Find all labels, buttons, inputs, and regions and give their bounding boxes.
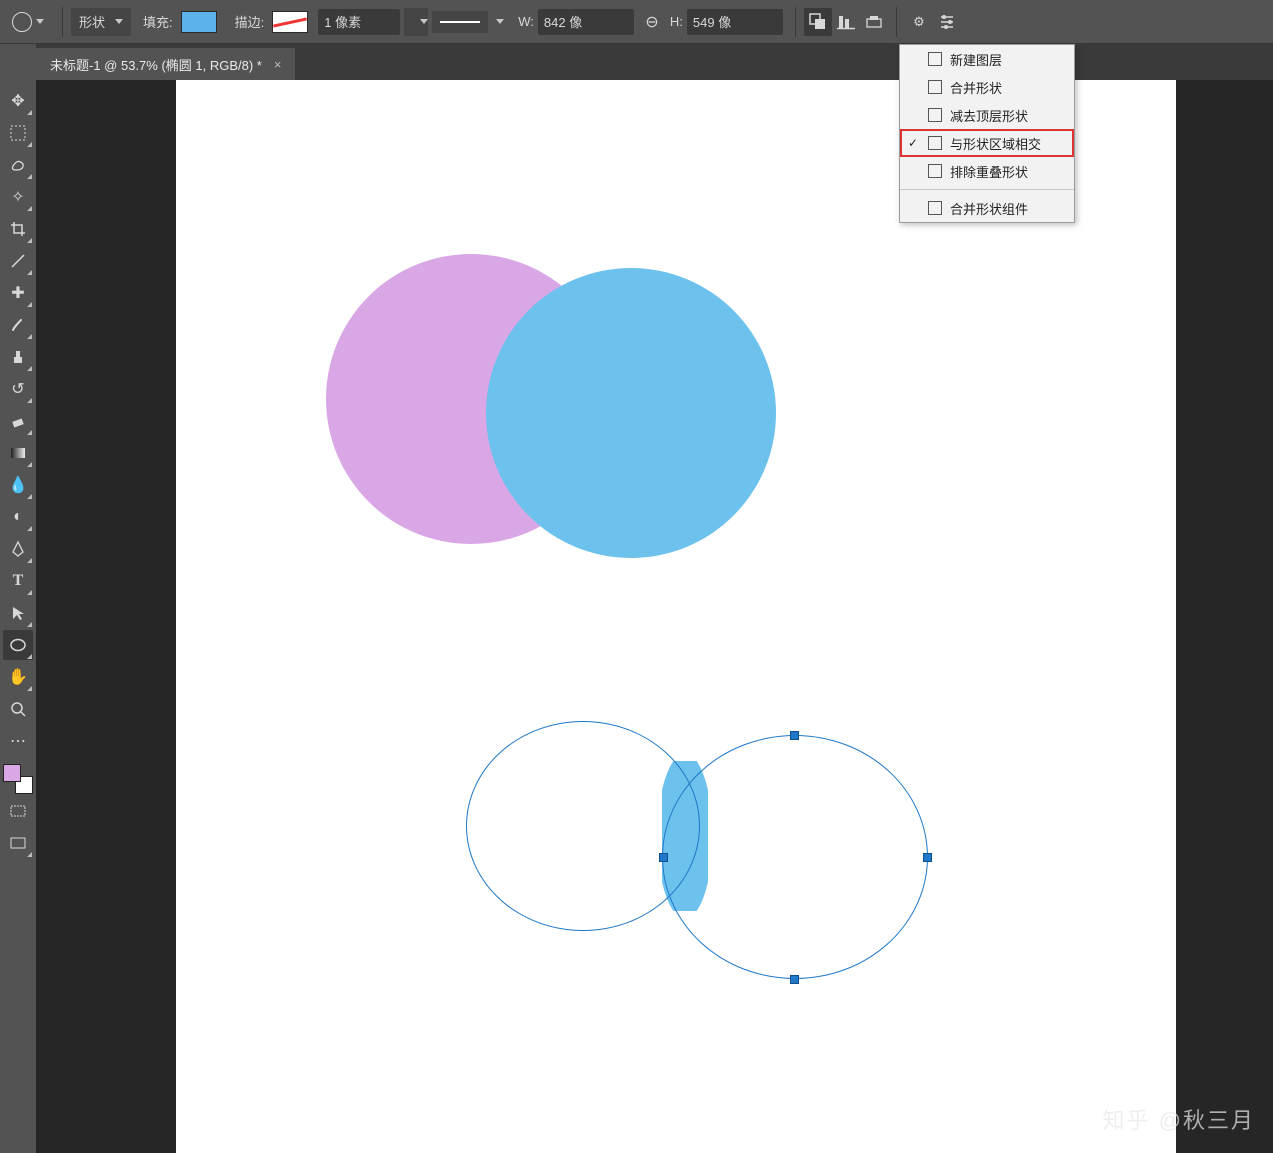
stroke-width-input[interactable]: 1 像素: [318, 9, 400, 35]
arrange-icon: [865, 13, 883, 31]
stroke-width-stepper[interactable]: [404, 8, 428, 36]
exclude-icon: [928, 164, 942, 178]
solid-line-icon: [440, 21, 480, 23]
tool-more[interactable]: ⋯: [3, 726, 33, 756]
path-ops-icon: [809, 13, 827, 31]
tool-gradient[interactable]: [3, 438, 33, 468]
separator: [62, 7, 63, 37]
chevron-down-icon: [420, 19, 428, 24]
tool-history-brush[interactable]: ↺: [3, 374, 33, 404]
width-input[interactable]: 842 像: [538, 9, 634, 35]
document-tab[interactable]: 未标题-1 @ 53.7% (椭圆 1, RGB/8) * ×: [36, 48, 295, 80]
tool-eyedropper[interactable]: [3, 246, 33, 276]
stroke-label: 描边:: [235, 12, 265, 31]
tool-move[interactable]: ✥: [3, 86, 33, 116]
tool-hand[interactable]: ✋: [3, 662, 33, 692]
path-outline-left[interactable]: [466, 721, 700, 931]
fg-bg-swatches[interactable]: [3, 764, 33, 794]
menu-item-combine[interactable]: 合并形状: [900, 73, 1074, 101]
intersect-icon: [928, 136, 942, 150]
screen-mode-toggle[interactable]: [3, 828, 33, 858]
height-value: 549 像: [693, 12, 731, 31]
fill-label: 填充:: [143, 12, 173, 31]
tool-type[interactable]: T: [3, 566, 33, 596]
chevron-down-icon: [115, 19, 123, 24]
close-tab-button[interactable]: ×: [274, 57, 282, 72]
settings-button[interactable]: ⚙: [905, 8, 933, 36]
tool-mode-select[interactable]: 形状: [71, 8, 131, 36]
separator: [795, 7, 796, 37]
selection-handle[interactable]: [923, 853, 932, 862]
options-bar: 形状 填充: 描边: 1 像素 W: 842 像 ⊖ H: 549 像 ⚙: [0, 0, 1273, 44]
new-layer-icon: [928, 52, 942, 66]
menu-label: 新建图层: [950, 50, 1002, 69]
selection-handle[interactable]: [790, 731, 799, 740]
path-operations-menu: 新建图层 合并形状 减去顶层形状 与形状区域相交 排除重叠形状 合并形状组件: [899, 44, 1075, 223]
tool-eraser[interactable]: [3, 406, 33, 436]
stroke-style-select[interactable]: [432, 11, 488, 33]
tool-path-select[interactable]: [3, 598, 33, 628]
combine-icon: [928, 80, 942, 94]
menu-label: 与形状区域相交: [950, 134, 1041, 153]
extra-options-button[interactable]: [933, 8, 961, 36]
stroke-swatch-none[interactable]: [272, 11, 308, 33]
link-icon: ⊖: [645, 12, 658, 32]
fg-color-swatch[interactable]: [3, 764, 21, 782]
width-label: W:: [518, 14, 534, 29]
path-outline-right[interactable]: [662, 735, 928, 979]
chevron-down-icon[interactable]: [496, 19, 504, 24]
tool-mode-label: 形状: [79, 12, 105, 31]
stroke-width-value: 1 像素: [324, 12, 361, 31]
tool-lasso[interactable]: [3, 150, 33, 180]
menu-label: 合并形状组件: [950, 199, 1028, 218]
document-tabs: 未标题-1 @ 53.7% (椭圆 1, RGB/8) * ×: [36, 44, 1273, 80]
subtract-icon: [928, 108, 942, 122]
menu-separator: [900, 189, 1074, 190]
selection-handle[interactable]: [790, 975, 799, 984]
path-operations-button[interactable]: [804, 8, 832, 36]
align-icon: [837, 13, 855, 31]
canvas[interactable]: [176, 80, 1176, 1153]
shape-ellipse-blue[interactable]: [486, 268, 776, 558]
separator: [896, 7, 897, 37]
arrange-button[interactable]: [860, 8, 888, 36]
workspace: [36, 80, 1273, 1153]
fill-swatch[interactable]: [181, 11, 217, 33]
align-button[interactable]: [832, 8, 860, 36]
tool-preset-dropdown-icon[interactable]: [36, 19, 44, 24]
menu-label: 排除重叠形状: [950, 162, 1028, 181]
menu-item-intersect[interactable]: 与形状区域相交: [900, 129, 1074, 157]
tool-clone[interactable]: [3, 342, 33, 372]
path-outline-group[interactable]: [466, 721, 930, 993]
tool-dodge[interactable]: ◐: [3, 502, 33, 532]
menu-item-merge-components[interactable]: 合并形状组件: [900, 194, 1074, 222]
watermark: 知乎 @秋三月: [1103, 1103, 1255, 1135]
sliders-icon: [938, 13, 956, 31]
menu-item-exclude[interactable]: 排除重叠形状: [900, 157, 1074, 185]
tool-blur[interactable]: 💧: [3, 470, 33, 500]
gear-icon: ⚙: [913, 14, 925, 30]
link-dimensions-button[interactable]: ⊖: [638, 8, 666, 36]
menu-item-new-layer[interactable]: 新建图层: [900, 45, 1074, 73]
tool-quick-select[interactable]: ✧: [3, 182, 33, 212]
tool-marquee[interactable]: [3, 118, 33, 148]
shape-tool-icon[interactable]: [12, 12, 32, 32]
height-input[interactable]: 549 像: [687, 9, 783, 35]
height-label: H:: [670, 14, 683, 29]
selection-handle[interactable]: [659, 853, 668, 862]
tool-healing[interactable]: ✚: [3, 278, 33, 308]
width-value: 842 像: [544, 12, 582, 31]
menu-label: 减去顶层形状: [950, 106, 1028, 125]
menu-label: 合并形状: [950, 78, 1002, 97]
tool-pen[interactable]: [3, 534, 33, 564]
tool-brush[interactable]: [3, 310, 33, 340]
document-tab-title: 未标题-1 @ 53.7% (椭圆 1, RGB/8) *: [50, 55, 262, 74]
tool-crop[interactable]: [3, 214, 33, 244]
tool-zoom[interactable]: [3, 694, 33, 724]
toolbox: ✥ ✧ ✚ ↺ 💧 ◐ T ✋ ⋯: [0, 80, 36, 1153]
tool-ellipse[interactable]: [3, 630, 33, 660]
menu-item-subtract[interactable]: 减去顶层形状: [900, 101, 1074, 129]
quick-mask-toggle[interactable]: [3, 796, 33, 826]
merge-components-icon: [928, 201, 942, 215]
